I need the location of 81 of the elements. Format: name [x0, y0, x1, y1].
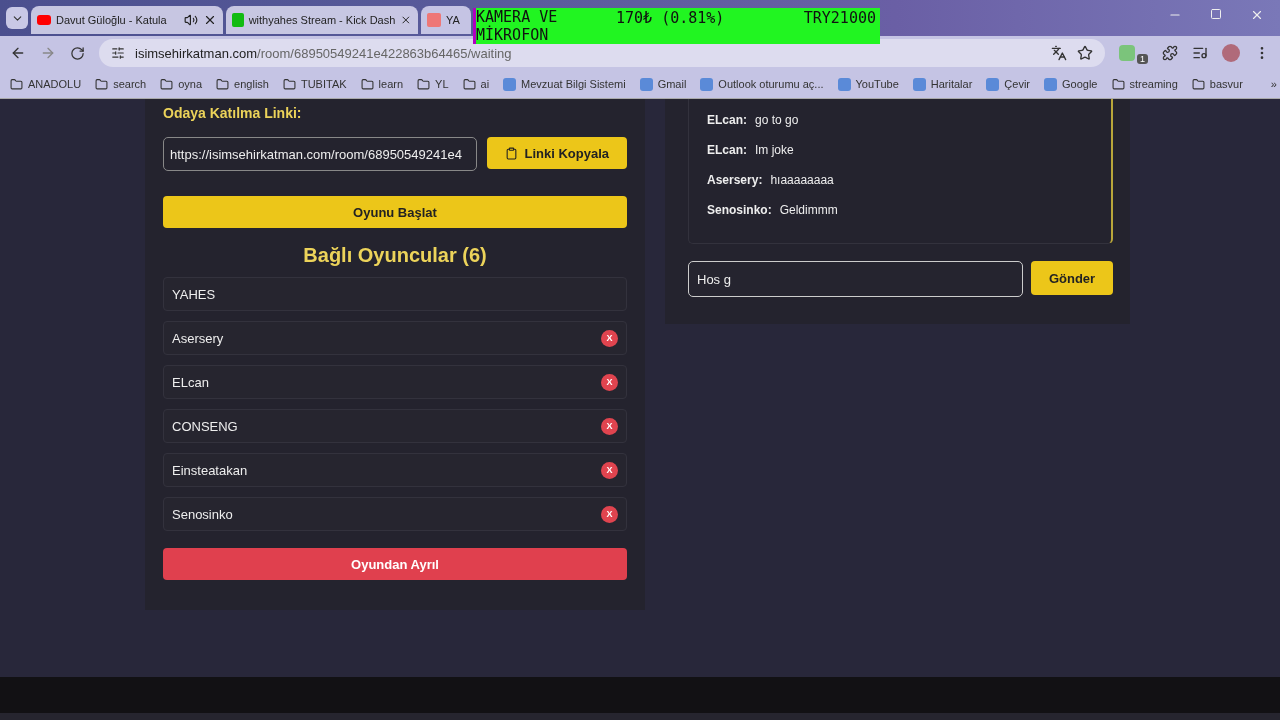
more-bookmarks[interactable]: »	[1270, 78, 1277, 90]
translate-icon[interactable]	[1051, 45, 1067, 61]
remove-player-button[interactable]: X	[601, 329, 618, 347]
bookmark[interactable]: Google	[1044, 77, 1098, 91]
bookmark[interactable]: Çevir	[986, 77, 1030, 91]
player-name: Asersery	[172, 330, 224, 346]
site-icon	[986, 77, 1000, 91]
chat-input[interactable]: Hos g	[688, 261, 1023, 297]
bookmark[interactable]: Mevzuat Bilgi Sistemi	[503, 77, 626, 91]
folder-icon	[462, 77, 476, 91]
bookmark[interactable]: streaming	[1111, 77, 1178, 91]
bookmark[interactable]: TUBITAK	[282, 77, 347, 91]
back-icon[interactable]	[10, 45, 26, 61]
tab-search-button[interactable]	[6, 7, 28, 29]
bookmark[interactable]: Gmail	[639, 77, 687, 91]
remove-player-button[interactable]: X	[601, 461, 618, 479]
bookmark[interactable]: basvur	[1191, 77, 1243, 91]
start-game-button[interactable]: Oyunu Başlat	[163, 196, 627, 228]
player-name: ELcan	[172, 374, 209, 390]
site-icon	[1044, 77, 1057, 91]
close-icon	[203, 13, 217, 27]
bookmark[interactable]: ai	[462, 77, 490, 91]
site-icon	[700, 77, 714, 91]
browser-tab[interactable]: withyahes Stream - Kick Dash	[226, 6, 418, 34]
bookmark[interactable]: YL	[417, 77, 449, 91]
chat-message: Asersery: hıaaaaaaaa	[707, 173, 835, 189]
address-bar[interactable]: isimsehirkatman.com/room/68950549241e422863b64465/waiting	[99, 39, 1105, 67]
folder-icon	[216, 77, 230, 91]
bookmark[interactable]: english	[216, 77, 269, 91]
player-name: Einsteatakan	[172, 462, 248, 478]
close-icon[interactable]	[1250, 8, 1264, 22]
players-title: Bağlı Oyuncular (6)	[302, 244, 488, 267]
bookmark[interactable]: ANADOLU	[10, 77, 82, 91]
extensions-icon[interactable]	[1162, 45, 1178, 61]
overlay-goal: TRY21000	[803, 8, 876, 29]
folder-icon	[360, 77, 374, 91]
folder-icon	[417, 77, 431, 91]
player-name: YAHES	[172, 286, 216, 302]
overlay-amount: 170₺ (0.81%)	[616, 8, 726, 29]
folder-icon	[282, 77, 296, 91]
site-icon	[427, 13, 441, 27]
link-field[interactable]: https://isimsehirkatman.com/room/68950549241e4	[163, 137, 478, 171]
chat-message: ELcan: Im joke	[707, 143, 795, 159]
remove-player-button[interactable]: X	[601, 417, 618, 435]
url-text: isimsehirkatman.com/room/68950549241e422863b64465/waiting	[135, 45, 512, 61]
bookmark[interactable]: learn	[360, 77, 404, 91]
folder-icon	[1191, 77, 1205, 91]
browser-tab[interactable]: Davut Güloğlu - Katula	[31, 6, 223, 34]
player-name: CONSENG	[172, 418, 238, 434]
maximize-icon[interactable]	[1210, 8, 1222, 20]
bookmark[interactable]: YouTube	[837, 77, 899, 91]
folder-icon	[95, 77, 109, 91]
video-icon	[37, 15, 51, 25]
site-icon	[503, 77, 517, 91]
clipboard-icon	[505, 146, 519, 160]
player-name: Senosinko	[172, 506, 233, 522]
send-button[interactable]: Gönder	[1031, 261, 1113, 295]
bookmark[interactable]: Outlook oturumu aç...	[700, 77, 824, 91]
site-icon	[837, 77, 851, 91]
bookmark[interactable]: Haritalar	[912, 77, 973, 91]
chat-message: Senosinko: Geldimmm	[707, 203, 839, 219]
extension-badge: 1	[1137, 54, 1148, 64]
bookmark[interactable]: oyna	[160, 77, 203, 91]
leave-game-button[interactable]: Oyundan Ayrıl	[163, 548, 627, 580]
star-icon[interactable]	[1077, 45, 1093, 61]
site-icon	[639, 77, 653, 91]
reload-icon[interactable]	[70, 45, 85, 61]
folder-icon	[1111, 77, 1125, 91]
remove-player-button[interactable]: X	[601, 373, 618, 391]
close-icon	[400, 13, 412, 27]
link-label: Odaya Katılma Linki:	[163, 105, 303, 121]
folder-icon	[10, 77, 23, 91]
site-settings-icon[interactable]	[111, 46, 125, 60]
media-icon[interactable]	[1192, 45, 1208, 61]
site-icon	[912, 77, 926, 91]
folder-icon	[160, 77, 174, 91]
copy-link-button[interactable]: Linki Kopyala	[487, 137, 627, 169]
chat-message: ELcan: go to go	[707, 113, 800, 129]
remove-player-button[interactable]: X	[601, 505, 618, 523]
browser-tab[interactable]: YA	[421, 6, 471, 34]
bookmark[interactable]: search	[95, 77, 147, 91]
